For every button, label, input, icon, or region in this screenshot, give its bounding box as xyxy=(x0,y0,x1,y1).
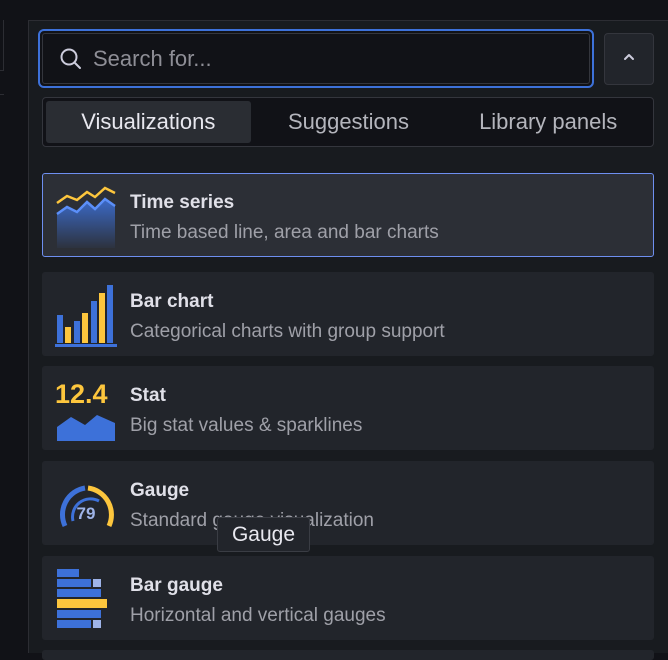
viz-card-stat[interactable]: 12.4 Stat Big stat values & sparklines xyxy=(42,366,654,450)
viz-description: Horizontal and vertical gauges xyxy=(130,605,386,626)
tab-visualizations[interactable]: Visualizations xyxy=(46,101,251,143)
viz-description: Time based line, area and bar charts xyxy=(130,222,439,243)
stat-icon-value: 12.4 xyxy=(55,379,108,409)
viz-card-bar-gauge[interactable]: Bar gauge Horizontal and vertical gauges xyxy=(42,556,654,640)
viz-card-bar-chart[interactable]: Bar chart Categorical charts with group … xyxy=(42,272,654,356)
viz-title: Bar chart xyxy=(130,291,214,312)
bar-gauge-icon xyxy=(55,569,117,631)
viz-title: Gauge xyxy=(130,480,190,501)
collapse-button[interactable] xyxy=(604,33,654,85)
divider xyxy=(3,20,4,70)
time-series-icon xyxy=(55,186,117,248)
viz-title: Time series xyxy=(130,192,235,213)
divider xyxy=(0,94,4,95)
search-icon xyxy=(59,47,83,71)
viz-title: Stat xyxy=(130,385,166,406)
tab-library-panels[interactable]: Library panels xyxy=(446,101,650,143)
viz-description: Big stat values & sparklines xyxy=(130,415,363,436)
tab-bar: Visualizations Suggestions Library panel… xyxy=(42,97,654,147)
gauge-icon: 79 xyxy=(55,474,117,536)
left-edge-panel xyxy=(0,0,26,652)
viz-title: Bar gauge xyxy=(130,575,223,596)
viz-card-gauge[interactable]: 79 Gauge Standard gauge visualization xyxy=(42,461,654,545)
tooltip: Gauge xyxy=(217,517,310,552)
viz-description: Categorical charts with group support xyxy=(130,321,445,342)
search-input[interactable] xyxy=(91,44,589,73)
viz-card-time-series[interactable]: Time series Time based line, area and ba… xyxy=(42,173,654,257)
chevron-up-icon xyxy=(621,49,637,70)
stat-icon: 12.4 xyxy=(55,379,117,441)
divider xyxy=(0,70,4,71)
search-field[interactable] xyxy=(38,29,594,88)
gauge-icon-value: 79 xyxy=(77,504,96,523)
tab-suggestions[interactable]: Suggestions xyxy=(251,101,447,143)
bar-chart-icon xyxy=(55,285,117,347)
